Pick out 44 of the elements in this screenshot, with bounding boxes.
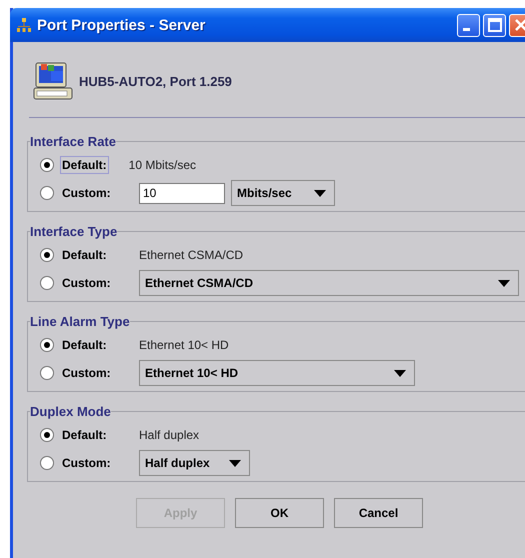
input-field[interactable]: 10 bbox=[139, 182, 225, 204]
computer-icon bbox=[33, 61, 73, 101]
option-label[interactable]: Default: bbox=[60, 336, 124, 354]
caret-icon bbox=[229, 460, 241, 466]
dropdown[interactable]: Ethernet 10< HD bbox=[139, 360, 415, 386]
dialog-button[interactable]: Cancel bbox=[334, 498, 423, 528]
network-icon bbox=[17, 17, 31, 33]
default-value: Ethernet 10< HD bbox=[139, 338, 229, 352]
radio-button[interactable] bbox=[40, 186, 54, 200]
radio-button[interactable] bbox=[40, 428, 54, 442]
caret-icon bbox=[498, 280, 510, 286]
device-port-title: HUB5-AUTO2, Port 1.259 bbox=[79, 74, 232, 88]
radio-button[interactable] bbox=[40, 158, 54, 172]
caret-icon bbox=[314, 190, 326, 196]
default-value: Ethernet CSMA/CD bbox=[139, 248, 244, 262]
option-label[interactable]: Custom: bbox=[60, 274, 124, 292]
option-label[interactable]: Default: bbox=[60, 156, 109, 174]
unit-dropdown[interactable]: Mbits/sec bbox=[231, 180, 335, 206]
radio-button[interactable] bbox=[40, 366, 54, 380]
default-value: Half duplex bbox=[139, 428, 200, 442]
minimize-icon bbox=[463, 28, 470, 30]
close-icon bbox=[514, 18, 525, 32]
option-label[interactable]: Default: bbox=[60, 426, 124, 444]
dialog-button[interactable]: OK bbox=[235, 498, 324, 528]
radio-button[interactable] bbox=[40, 276, 54, 290]
default-value: 10 Mbits/sec bbox=[128, 158, 196, 172]
radio-button[interactable] bbox=[40, 338, 54, 352]
dropdown[interactable]: Half duplex bbox=[139, 450, 250, 476]
option-label[interactable]: Default: bbox=[60, 246, 124, 264]
option-label[interactable]: Custom: bbox=[60, 454, 124, 472]
maximize-icon bbox=[488, 18, 502, 32]
option-label[interactable]: Custom: bbox=[60, 184, 124, 202]
option-label[interactable]: Custom: bbox=[60, 364, 124, 382]
group-title: Interface Rate bbox=[30, 134, 116, 149]
dropdown[interactable]: Ethernet CSMA/CD bbox=[139, 270, 519, 296]
group-title: Line Alarm Type bbox=[30, 314, 130, 329]
minimize-button[interactable] bbox=[457, 14, 480, 36]
radio-button[interactable] bbox=[40, 248, 54, 262]
caret-icon bbox=[394, 370, 406, 376]
group-title: Duplex Mode bbox=[30, 404, 111, 419]
group-title: Interface Type bbox=[30, 224, 118, 239]
window-title: Port Properties - Server bbox=[37, 16, 206, 34]
maximize-button[interactable] bbox=[483, 14, 506, 36]
radio-button[interactable] bbox=[40, 456, 54, 470]
